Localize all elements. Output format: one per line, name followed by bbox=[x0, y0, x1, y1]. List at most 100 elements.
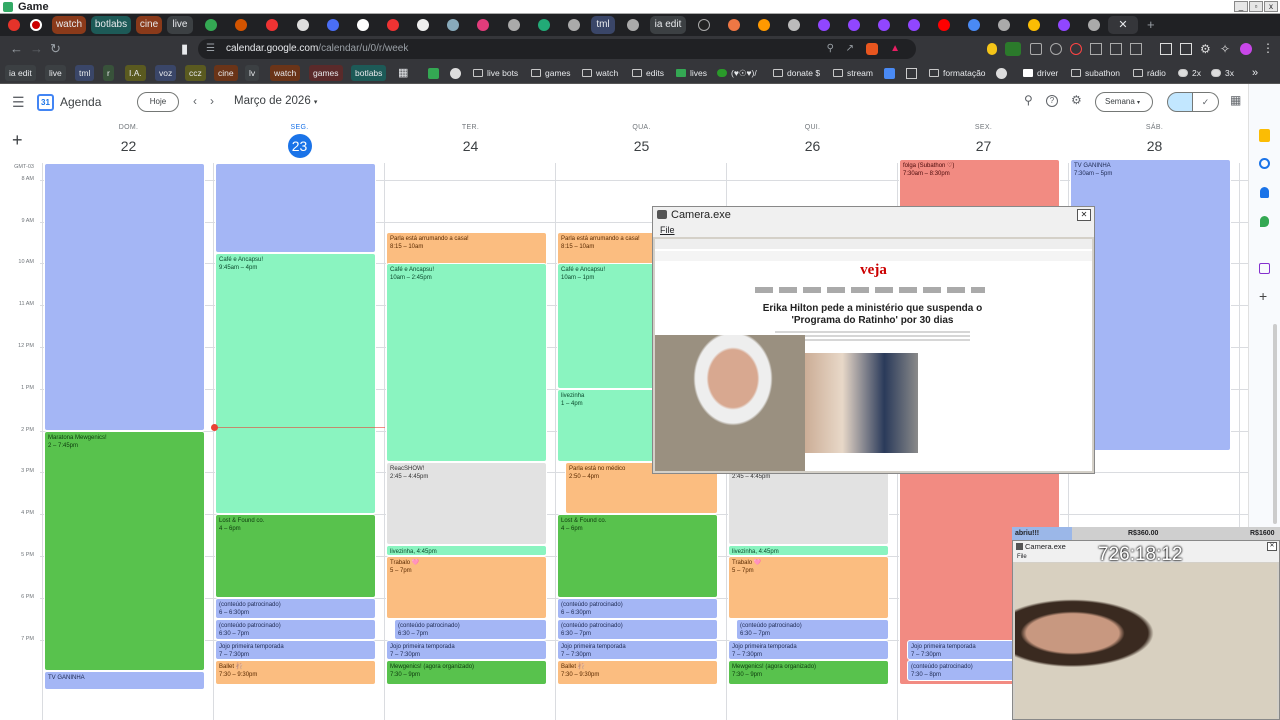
scrollbar[interactable] bbox=[1273, 324, 1277, 524]
calendar-event[interactable]: ReacSHOW!2:45 – 4:45pm bbox=[386, 461, 547, 546]
calendar-event[interactable]: Jojo primeira temporada 7 – 7:30pm bbox=[386, 639, 547, 661]
menu-icon[interactable]: ⋮ bbox=[1262, 41, 1274, 55]
bookmark-3x[interactable]: 3x bbox=[1211, 65, 1234, 81]
tab-favicon[interactable] bbox=[998, 19, 1010, 31]
day-number[interactable]: 25 bbox=[630, 134, 654, 158]
tab-favicon[interactable] bbox=[818, 19, 830, 31]
calendar-event[interactable] bbox=[44, 163, 205, 431]
bookmark-folder-stream[interactable]: stream bbox=[833, 65, 873, 81]
extension-badge-icon[interactable] bbox=[1005, 42, 1021, 56]
camera-file-menu[interactable]: File bbox=[660, 225, 675, 235]
add-addon-icon[interactable]: + bbox=[1259, 288, 1267, 304]
share-icon[interactable]: ↗ bbox=[846, 39, 854, 59]
extension-icon[interactable] bbox=[1180, 43, 1192, 55]
next-week-icon[interactable]: › bbox=[210, 94, 214, 108]
calendar-event[interactable]: livezinha, 4:45pm bbox=[386, 545, 547, 556]
tab-favicon[interactable] bbox=[728, 19, 740, 31]
camera-window-titlebar[interactable]: Camera.exe ✕ bbox=[653, 207, 1094, 223]
calendar-event[interactable]: livezinha, 4:45pm bbox=[728, 545, 889, 556]
forward-icon[interactable]: → bbox=[30, 41, 43, 57]
tab-favicon[interactable] bbox=[1088, 19, 1100, 31]
tab-favicon[interactable] bbox=[908, 19, 920, 31]
calendar-event[interactable]: (conteúdo patrocinado) 6:30 – 7pm bbox=[736, 618, 889, 640]
back-icon[interactable]: ← bbox=[10, 41, 23, 57]
calendar-event[interactable]: Maratona Mewgenics! 2 – 7:45pm bbox=[44, 430, 205, 671]
main-menu-icon[interactable]: ☰ bbox=[12, 94, 25, 111]
bookmark-folder-watch[interactable]: watch bbox=[582, 65, 618, 81]
calendar-event[interactable]: (conteúdo patrocinado) 6 – 6:30pm bbox=[215, 597, 376, 619]
tab-favicon[interactable] bbox=[788, 19, 800, 31]
day-header-26[interactable]: QUI. 26 bbox=[727, 124, 898, 158]
day-number[interactable]: 24 bbox=[459, 134, 483, 158]
site-info-icon[interactable]: ☰ bbox=[206, 39, 215, 59]
bookmark-folder-edits[interactable]: edits bbox=[632, 65, 664, 81]
calendar-event[interactable]: Lost & Found co. 4 – 6pm bbox=[215, 514, 376, 598]
calendar-event[interactable]: TV GANINHA bbox=[44, 670, 205, 690]
bookmark-folder-subathon[interactable]: subathon bbox=[1071, 65, 1120, 81]
tab-cine[interactable]: cine bbox=[136, 16, 162, 34]
brave-shield-icon[interactable] bbox=[866, 43, 878, 55]
calendar-event[interactable]: Jojo primeira temporada 7 – 7:30pm bbox=[215, 639, 376, 661]
maps-icon[interactable] bbox=[1260, 216, 1269, 227]
bookmark-emote[interactable]: (♥☉♥)/ bbox=[717, 65, 757, 81]
profile-icon[interactable] bbox=[1240, 43, 1252, 55]
tab-favicon[interactable] bbox=[1028, 19, 1040, 31]
bookmark-folder-formatacao[interactable]: formatação bbox=[929, 65, 986, 81]
bookmark-botlabs[interactable]: botlabs bbox=[351, 65, 387, 81]
bookmark-chrome-icon[interactable] bbox=[450, 68, 461, 79]
tab-favicon[interactable] bbox=[266, 19, 278, 31]
bookmark-tml[interactable]: tml bbox=[75, 65, 95, 81]
tab-favicon[interactable] bbox=[627, 19, 639, 31]
new-tab-icon[interactable]: + bbox=[1147, 17, 1155, 32]
tab-favicon[interactable] bbox=[477, 19, 489, 31]
sidebar-icon[interactable] bbox=[1160, 43, 1172, 55]
tab-favicon[interactable] bbox=[758, 19, 770, 31]
bookmark-icon[interactable] bbox=[884, 68, 895, 79]
extension-icon[interactable] bbox=[1090, 43, 1102, 55]
tasks-view-toggle[interactable]: ✓ bbox=[1193, 92, 1219, 112]
calendar-event[interactable]: Ballet 🩰 7:30 – 9:30pm bbox=[215, 660, 376, 686]
month-label[interactable]: Março de 2026 ▾ bbox=[234, 95, 317, 107]
day-header-25[interactable]: QUA. 25 bbox=[556, 124, 727, 158]
tab-ia-edit[interactable]: ia edit bbox=[650, 16, 686, 34]
calendar-event[interactable]: Jojo primeira temporada 7 – 7:30pm bbox=[557, 639, 718, 661]
calendar-event[interactable]: Ballet 🩰 7:30 – 9:30pm bbox=[557, 660, 718, 686]
bookmark-driver[interactable]: driver bbox=[1023, 65, 1058, 81]
webcam-close-button[interactable]: ✕ bbox=[1267, 542, 1277, 551]
bookmark-watch[interactable]: watch bbox=[270, 65, 301, 81]
day-header-22[interactable]: DOM. 22 bbox=[43, 124, 214, 158]
calendar-event[interactable]: Lost & Found co. 4 – 6pm bbox=[557, 514, 718, 598]
extension-icon[interactable] bbox=[987, 43, 997, 55]
bookmark-lv[interactable]: lv bbox=[245, 65, 260, 81]
extension-icon[interactable] bbox=[1050, 43, 1062, 55]
bookmark-chrome-icon[interactable] bbox=[996, 68, 1007, 79]
tab-favicon[interactable] bbox=[447, 19, 459, 31]
camera-window[interactable]: Camera.exe ✕ File veja Erika Hilton pede… bbox=[652, 206, 1095, 474]
bookmark-live[interactable]: live bbox=[45, 65, 66, 81]
bookmark-icon[interactable]: ▮ bbox=[181, 41, 188, 57]
more-bookmarks-icon[interactable]: » bbox=[1252, 65, 1258, 81]
today-button[interactable]: Hoje bbox=[137, 92, 179, 112]
tab-favicon[interactable] bbox=[938, 19, 950, 31]
tab-favicon[interactable] bbox=[417, 19, 429, 31]
puzzle-icon[interactable]: ⚙ bbox=[1200, 42, 1211, 56]
tab-tml[interactable]: tml bbox=[591, 16, 615, 34]
tab-favicon[interactable] bbox=[30, 19, 42, 31]
extension-icon[interactable] bbox=[1030, 43, 1042, 55]
keep-icon[interactable] bbox=[1259, 129, 1270, 142]
bookmark-folder-radio[interactable]: rádio bbox=[1133, 65, 1166, 81]
extension-icon[interactable] bbox=[1070, 43, 1082, 55]
calendar-event[interactable]: Mewgenics! (agora organizado) 7:30 – 9pm bbox=[728, 660, 889, 686]
bookmark-games[interactable]: games bbox=[309, 65, 343, 81]
day-header-24[interactable]: TER. 24 bbox=[385, 124, 556, 158]
addon-icon[interactable] bbox=[1259, 263, 1270, 274]
calendar-event[interactable]: Mewgenics! (agora organizado) 7:30 – 9pm bbox=[386, 660, 547, 686]
calendar-event[interactable]: (conteúdo patrocinado) 6:30 – 7pm bbox=[557, 618, 718, 640]
prev-week-icon[interactable]: ‹ bbox=[193, 94, 197, 108]
day-number[interactable]: 27 bbox=[972, 134, 996, 158]
bookmark-sheet-icon[interactable] bbox=[428, 68, 439, 79]
bookmark-voz[interactable]: voz bbox=[155, 65, 177, 81]
tab-favicon[interactable] bbox=[538, 19, 550, 31]
calendar-event[interactable]: (conteúdo patrocinado) 6 – 6:30pm bbox=[557, 597, 718, 619]
tab-favicon[interactable] bbox=[878, 19, 890, 31]
